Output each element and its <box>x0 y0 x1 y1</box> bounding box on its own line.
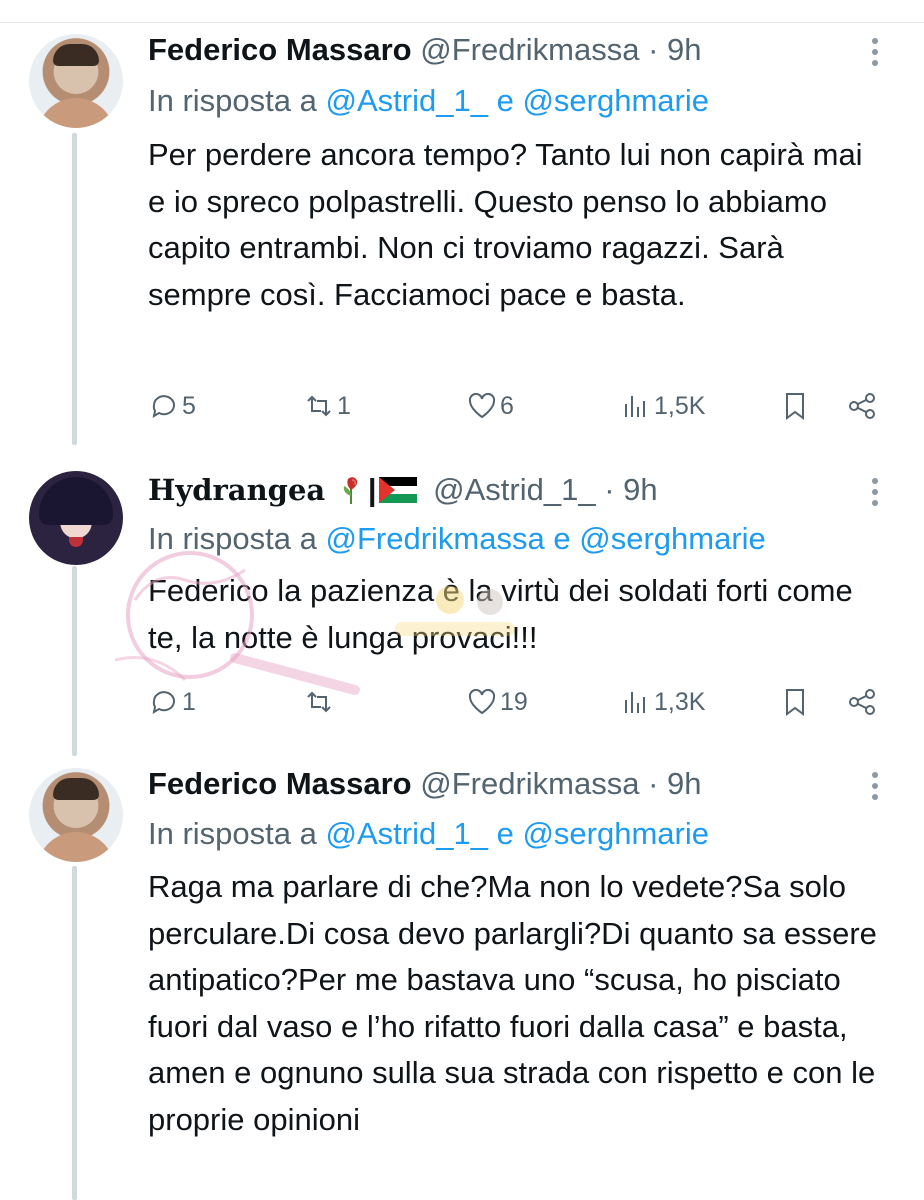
like-button[interactable]: 6 <box>466 388 514 424</box>
reply-context: In risposta a @Astrid_1_ e @serghmarie <box>148 818 709 849</box>
reply-context: In risposta a @Astrid_1_ e @serghmarie <box>148 85 709 116</box>
tweet-text: Federico la pazienza è la virtù dei sold… <box>148 573 853 655</box>
reply-count: 1 <box>182 687 196 716</box>
avatar[interactable] <box>29 471 123 565</box>
avatar[interactable] <box>29 34 123 128</box>
timestamp[interactable]: 9h <box>667 32 701 67</box>
tweet[interactable]: Federico Massaro @Fredrikmassa · 9h In r… <box>0 0 924 440</box>
more-options-icon[interactable] <box>867 478 883 511</box>
more-options-icon[interactable] <box>867 772 883 805</box>
share-button[interactable] <box>846 388 878 424</box>
reply-icon <box>152 395 175 419</box>
mention-link[interactable]: @serghmarie <box>522 83 709 118</box>
bookmark-button[interactable] <box>779 684 811 720</box>
author-handle[interactable]: @Fredrikmassa <box>420 766 639 801</box>
retweet-count: 1 <box>337 391 351 420</box>
reply-count: 5 <box>182 391 196 420</box>
action-bar: 5 1 6 1,5K <box>0 388 924 424</box>
retweet-icon <box>307 691 331 713</box>
reply-joiner: e <box>496 83 514 118</box>
author-name[interactable]: Hydrangea <box>148 473 325 507</box>
avatar[interactable] <box>29 768 123 862</box>
reply-icon <box>152 691 175 715</box>
tweet-header: Hydrangea | @Astrid_1_ · 9h <box>148 474 658 505</box>
retweet-icon <box>307 395 331 417</box>
palestine-flag-emoji <box>378 477 417 503</box>
mention-link[interactable]: @serghmarie <box>522 816 709 851</box>
retweet-button[interactable]: 1 <box>303 388 351 424</box>
tweet-header: Federico Massaro @Fredrikmassa · 9h <box>148 34 702 65</box>
author-handle[interactable]: @Astrid_1_ <box>433 472 595 507</box>
share-icon <box>849 393 875 419</box>
wilted-flower-emoji <box>343 477 357 504</box>
views-button[interactable]: 1,5K <box>620 388 705 424</box>
views-button[interactable]: 1,3K <box>620 684 705 720</box>
mention-link[interactable]: @serghmarie <box>579 521 766 556</box>
heart-icon <box>468 688 496 715</box>
view-count: 1,3K <box>654 687 706 716</box>
like-count: 6 <box>500 391 514 420</box>
mention-link[interactable]: @Astrid_1_ <box>326 83 488 118</box>
author-name[interactable]: Federico Massaro <box>148 766 412 801</box>
tweet-text: Per perdere ancora tempo? Tanto lui non … <box>148 137 863 312</box>
bookmark-icon <box>786 689 804 716</box>
author-name[interactable]: Federico Massaro <box>148 32 412 67</box>
reply-context: In risposta a @Fredrikmassa e @serghmari… <box>148 523 766 554</box>
like-count: 19 <box>500 687 528 716</box>
name-divider: | <box>367 472 377 507</box>
separator: · <box>604 472 615 507</box>
separator: · <box>648 32 659 67</box>
views-icon <box>625 396 645 417</box>
share-button[interactable] <box>846 684 878 720</box>
timestamp[interactable]: 9h <box>623 472 657 507</box>
view-count: 1,5K <box>654 391 706 420</box>
like-button[interactable]: 19 <box>466 684 528 720</box>
more-options-icon[interactable] <box>867 38 883 71</box>
timestamp[interactable]: 9h <box>667 766 701 801</box>
mention-link[interactable]: @Fredrikmassa <box>326 521 545 556</box>
bookmark-icon <box>786 393 804 420</box>
retweet-button[interactable] <box>303 684 337 720</box>
tweet[interactable]: Hydrangea | @Astrid_1_ · 9h In risposta … <box>0 440 924 740</box>
views-icon <box>625 692 645 713</box>
reply-joiner: e <box>553 521 571 556</box>
share-icon <box>849 689 875 715</box>
bookmark-button[interactable] <box>779 388 811 424</box>
author-handle[interactable]: @Fredrikmassa <box>420 32 639 67</box>
tweet-header: Federico Massaro @Fredrikmassa · 9h <box>148 768 702 799</box>
reply-button[interactable]: 5 <box>148 388 196 424</box>
reply-joiner: e <box>496 816 514 851</box>
separator: · <box>648 766 659 801</box>
tweet-text: Raga ma parlare di che?Ma non lo vedete?… <box>148 869 877 1137</box>
mention-link[interactable]: @Astrid_1_ <box>326 816 488 851</box>
reply-prefix: In risposta a <box>148 521 317 556</box>
action-bar: 1 19 1,3K <box>0 684 924 720</box>
reply-prefix: In risposta a <box>148 83 317 118</box>
reply-prefix: In risposta a <box>148 816 317 851</box>
reply-button[interactable]: 1 <box>148 684 196 720</box>
heart-icon <box>468 392 496 419</box>
tweet[interactable]: Federico Massaro @Fredrikmassa · 9h In r… <box>0 740 924 1200</box>
